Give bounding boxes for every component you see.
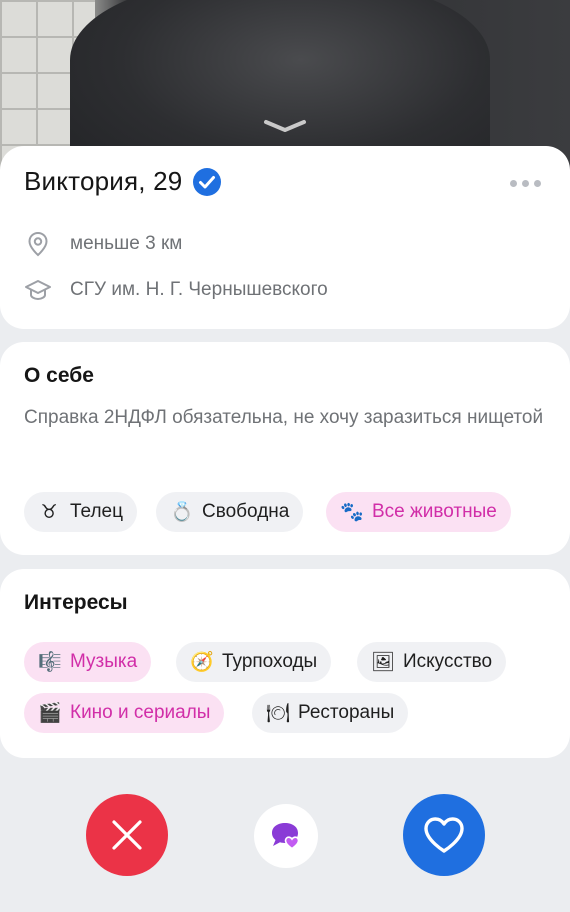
clapper-board-icon: 🎬: [38, 703, 62, 724]
like-button[interactable]: [403, 794, 485, 876]
message-button[interactable]: [254, 804, 318, 868]
education-row: СГУ им. Н. Г. Чернышевского: [24, 276, 328, 304]
interest-movies: 🎬 Кино и сериалы: [24, 693, 225, 733]
tag-relationship: 💍 Свободна: [156, 492, 304, 532]
interest-art: 🖼 Искусство: [357, 642, 507, 682]
compass-icon: 🧭: [190, 652, 214, 673]
tag-zodiac: ♉ Телец: [24, 492, 138, 532]
interest-restaurants: 🍽 Рестораны: [252, 693, 409, 733]
name-row: Виктория, 29: [24, 166, 222, 197]
interest-label: Искусство: [403, 651, 493, 672]
music-notes-icon: 🎼: [38, 652, 62, 673]
tag-label: Телец: [70, 501, 124, 522]
verified-badge-icon: [193, 167, 222, 196]
about-card: О себе Справка 2НДФЛ обязательна, не хоч…: [0, 342, 570, 555]
graduation-cap-icon: [25, 280, 51, 301]
education-text: СГУ им. Н. Г. Чернышевского: [70, 279, 328, 300]
interests-title: Интересы: [24, 591, 128, 614]
interest-hiking: 🧭 Турпоходы: [176, 642, 332, 682]
tag-pets: 🐾 Все животные: [326, 492, 511, 532]
profile-header-card: Виктория, 29 меньше 3 км СГУ им. Н. Г. Ч…: [0, 146, 570, 329]
taurus-icon: ♉: [40, 501, 58, 523]
about-text: Справка 2НДФЛ обязательна, не хочу зараз…: [24, 407, 544, 428]
distance-text: меньше 3 км: [70, 233, 183, 254]
more-dots-icon[interactable]: [510, 176, 544, 190]
plate-cutlery-icon: 🍽: [266, 703, 291, 724]
chevron-down-icon[interactable]: [262, 118, 308, 134]
close-icon: [112, 820, 142, 850]
interest-label: Кино и сериалы: [70, 702, 211, 723]
interest-label: Рестораны: [298, 702, 395, 723]
about-title: О себе: [24, 364, 94, 387]
dislike-button[interactable]: [86, 794, 168, 876]
heart-icon: [424, 817, 464, 853]
tag-label: Свободна: [202, 501, 290, 522]
framed-picture-icon: 🖼: [371, 652, 396, 673]
profile-name-age: Виктория, 29: [24, 166, 183, 196]
interest-music: 🎼 Музыка: [24, 642, 152, 682]
distance-row: меньше 3 км: [24, 230, 182, 258]
interests-card: Интересы 🎼 Музыка 🧭 Турпоходы 🖼 Искусств…: [0, 569, 570, 758]
tag-label: Все животные: [372, 501, 497, 522]
interest-label: Турпоходы: [222, 651, 318, 672]
paw-icon: 🐾: [340, 502, 364, 523]
ring-icon: 💍: [170, 502, 194, 523]
location-pin-icon: [28, 231, 48, 257]
chat-heart-icon: [272, 823, 300, 850]
interest-label: Музыка: [70, 651, 138, 672]
